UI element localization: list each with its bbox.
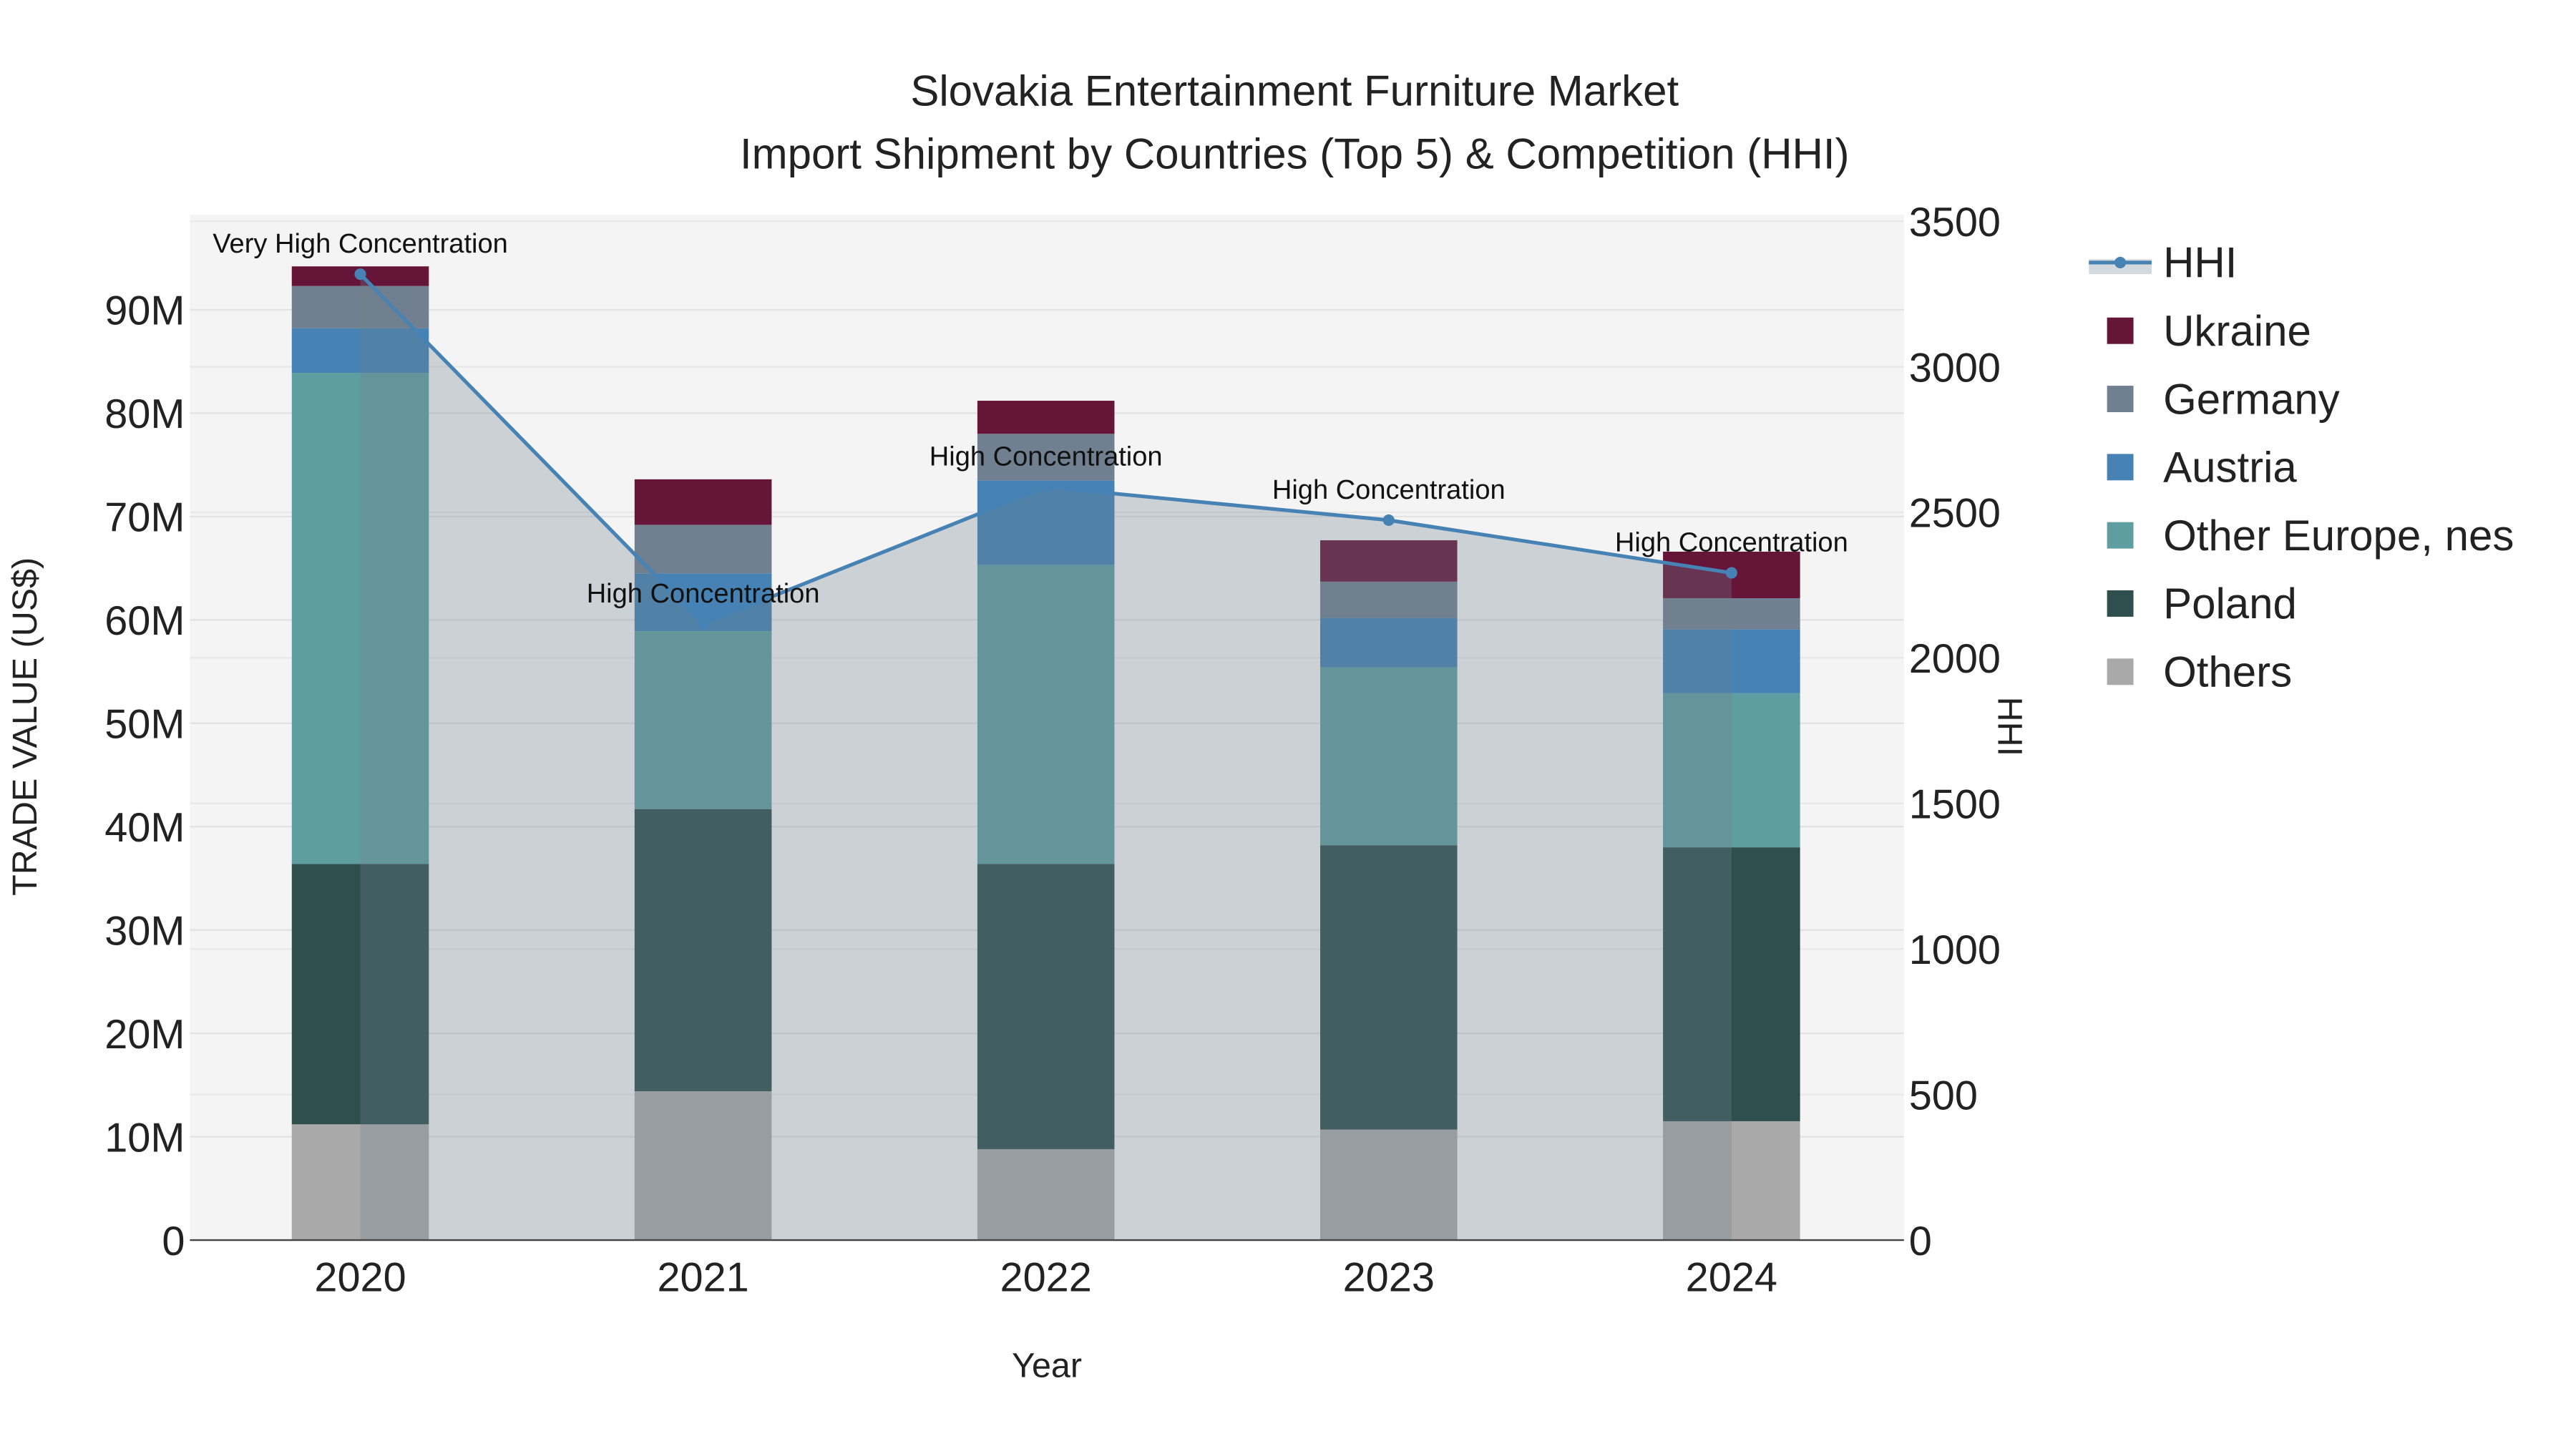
y2-axis-label: HHI — [1990, 697, 2029, 756]
y2-tick-label: 1500 — [1909, 782, 2001, 828]
y-tick-label: 70M — [104, 495, 185, 541]
x-tick-label: 2020 — [314, 1255, 406, 1301]
x-tick-label: 2024 — [1686, 1255, 1777, 1301]
chart-subtitle: Import Shipment by Countries (Top 5) & C… — [740, 130, 1850, 177]
legend-label: Ukraine — [2163, 307, 2311, 355]
y2-tick-label: 2500 — [1909, 491, 2001, 537]
legend-swatch-ukraine — [2107, 317, 2134, 344]
legend-swatch-austria — [2107, 454, 2134, 481]
hhi-point-2023 — [1382, 514, 1395, 527]
chart-title: Slovakia Entertainment Furniture Market — [910, 67, 1679, 115]
y2-tick-label: 1000 — [1909, 927, 2001, 973]
legend-label: Other Europe, nes — [2163, 512, 2514, 560]
legend-swatch-others — [2107, 658, 2134, 686]
legend-label: HHI — [2163, 239, 2237, 287]
y-tick-label: 80M — [104, 391, 185, 437]
bar-germany-2021 — [634, 525, 772, 574]
legend-label: Others — [2163, 648, 2292, 696]
y2-tick-label: 2000 — [1909, 636, 2001, 682]
y-tick-label: 20M — [104, 1012, 185, 1058]
y-tick-label: 10M — [104, 1115, 185, 1161]
y2-tick-label: 500 — [1909, 1073, 1978, 1118]
y-tick-label: 30M — [104, 908, 185, 954]
legend-swatch-other-europe-nes — [2107, 522, 2134, 549]
y-tick-label: 90M — [104, 288, 185, 334]
legend-label: Austria — [2163, 444, 2297, 492]
annotation-2020: Very High Concentration — [213, 229, 508, 259]
y-tick-label: 40M — [104, 805, 185, 851]
legend-swatch-poland — [2107, 590, 2134, 617]
annotation-2024: High Concentration — [1615, 528, 1848, 558]
annotation-2021: High Concentration — [587, 579, 820, 609]
y-axis-label: TRADE VALUE (US$) — [6, 557, 44, 896]
x-tick-label: 2022 — [1000, 1255, 1092, 1301]
x-tick-label: 2023 — [1343, 1255, 1435, 1301]
hhi-point-2022 — [1040, 481, 1052, 493]
bar-ukraine-2022 — [977, 401, 1115, 434]
y2-tick-label: 3500 — [1909, 200, 2001, 245]
x-tick-label: 2021 — [657, 1255, 748, 1301]
legend-label: Poland — [2163, 580, 2297, 628]
chart: Very High Concentration High Concentratio… — [0, 0, 2576, 1449]
y2-tick-label: 3000 — [1909, 345, 2001, 391]
y-tick-label: 0 — [162, 1219, 185, 1264]
legend-swatch-germany — [2107, 386, 2134, 412]
annotation-2023: High Concentration — [1272, 475, 1506, 505]
hhi-point-2024 — [1725, 567, 1737, 579]
legend-label: Germany — [2163, 375, 2340, 423]
hhi-point-2021 — [697, 618, 709, 630]
x-axis-label: Year — [1012, 1347, 1082, 1385]
y-tick-label: 50M — [104, 702, 185, 748]
y-tick-label: 60M — [104, 598, 185, 644]
legend-swatch-hhi-marker — [2114, 256, 2127, 268]
annotation-2022: High Concentration — [930, 442, 1163, 472]
hhi-point-2020 — [354, 268, 366, 280]
y2-tick-label: 0 — [1909, 1219, 1932, 1264]
bar-ukraine-2021 — [634, 479, 772, 525]
